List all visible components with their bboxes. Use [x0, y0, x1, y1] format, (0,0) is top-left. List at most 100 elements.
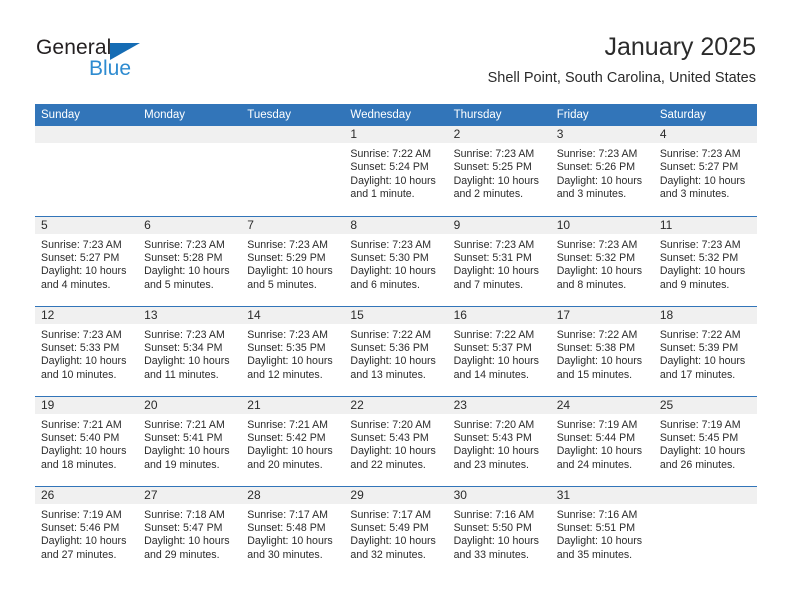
day-number: 27 — [138, 487, 242, 504]
day-number — [653, 487, 757, 504]
day-details: Sunrise: 7:21 AM Sunset: 5:42 PM Daylight:… — [241, 414, 344, 473]
day-number: 1 — [344, 126, 448, 143]
sunset-text: Sunset: 5:50 PM — [453, 521, 532, 534]
calendar-day-cell[interactable]: 17 Sunrise: 7:22 AM Sunset: 5:38 PM Dayligh… — [550, 305, 654, 396]
sunset-text: Sunset: 5:32 PM — [659, 251, 739, 264]
calendar-day-cell[interactable]: 12 Sunrise: 7:23 AM Sunset: 5:33 PM Dayligh… — [35, 305, 139, 396]
calendar-day-cell[interactable]: 2 Sunrise: 7:23 AM Sunset: 5:25 PM Daylight… — [447, 126, 551, 216]
day-details: Sunrise: 7:23 AM Sunset: 5:35 PM Daylight:… — [241, 324, 344, 383]
daylight-text-line2: and 30 minutes. — [247, 548, 323, 561]
calendar-day-cell[interactable]: 9 Sunrise: 7:23 AM Sunset: 5:31 PM Daylight… — [447, 215, 551, 306]
title-block: January 2025 Shell Point, South Carolina… — [488, 32, 756, 87]
sunset-text: Sunset: 5:48 PM — [247, 521, 326, 534]
calendar-day-cell[interactable]: 19 Sunrise: 7:21 AM Sunset: 5:40 PM Dayligh… — [35, 395, 139, 486]
calendar-day-cell[interactable]: 5 Sunrise: 7:23 AM Sunset: 5:27 PM Daylight… — [35, 215, 139, 306]
sunrise-text: Sunrise: 7:23 AM — [556, 238, 638, 251]
calendar-day-cell[interactable]: 27 Sunrise: 7:18 AM Sunset: 5:47 PM Dayligh… — [138, 485, 242, 576]
calendar-day-cell[interactable]: 10 Sunrise: 7:23 AM Sunset: 5:32 PM Dayligh… — [550, 215, 654, 306]
calendar-day-cell[interactable]: 14 Sunrise: 7:23 AM Sunset: 5:35 PM Dayligh… — [241, 305, 345, 396]
weekday-header-monday: Monday — [138, 104, 242, 126]
daylight-text-line2: and 7 minutes. — [453, 278, 524, 291]
daylight-text-line1: Daylight: 10 hours — [556, 535, 643, 548]
day-number: 18 — [653, 307, 757, 324]
day-details: Sunrise: 7:23 AM Sunset: 5:27 PM Daylight:… — [654, 143, 757, 202]
daylight-text-line1: Daylight: 10 hours — [41, 445, 127, 458]
calendar-day-cell[interactable]: 7 Sunrise: 7:23 AM Sunset: 5:29 PM Daylight… — [241, 215, 345, 306]
sunset-text: Sunset: 5:30 PM — [350, 251, 429, 264]
sunrise-text: Sunrise: 7:21 AM — [247, 418, 328, 431]
sunset-text: Sunset: 5:43 PM — [453, 431, 532, 444]
weekday-header-thursday: Thursday — [447, 104, 551, 126]
day-number: 31 — [550, 487, 654, 504]
day-number: 6 — [138, 217, 242, 234]
day-details: Sunrise: 7:23 AM Sunset: 5:32 PM Daylight:… — [551, 234, 654, 293]
day-number: 16 — [447, 307, 551, 324]
calendar-day-cell[interactable]: 23 Sunrise: 7:20 AM Sunset: 5:43 PM Dayligh… — [447, 395, 551, 486]
daylight-text-line2: and 15 minutes. — [556, 368, 633, 381]
calendar-day-cell[interactable]: 8 Sunrise: 7:23 AM Sunset: 5:30 PM Daylight… — [344, 215, 448, 306]
daylight-text-line2: and 17 minutes. — [659, 368, 736, 381]
daylight-text-line1: Daylight: 10 hours — [659, 445, 746, 458]
calendar-day-cell[interactable]: 21 Sunrise: 7:21 AM Sunset: 5:42 PM Dayligh… — [241, 395, 345, 486]
general-blue-logo[interactable]: General Blue — [36, 36, 216, 86]
sunrise-text: Sunrise: 7:23 AM — [41, 328, 122, 341]
daylight-text-line2: and 18 minutes. — [41, 458, 117, 471]
daylight-text-line1: Daylight: 10 hours — [144, 535, 230, 548]
day-details: Sunrise: 7:22 AM Sunset: 5:38 PM Daylight:… — [551, 324, 654, 383]
daylight-text-line2: and 32 minutes. — [350, 548, 426, 561]
day-details: Sunrise: 7:19 AM Sunset: 5:46 PM Daylight:… — [35, 504, 138, 563]
calendar-day-cell[interactable]: 3 Sunrise: 7:23 AM Sunset: 5:26 PM Daylight… — [550, 126, 654, 216]
calendar-day-cell[interactable]: 16 Sunrise: 7:22 AM Sunset: 5:37 PM Dayligh… — [447, 305, 551, 396]
daylight-text-line1: Daylight: 10 hours — [144, 355, 230, 368]
calendar-day-cell[interactable]: 31 Sunrise: 7:16 AM Sunset: 5:51 PM Dayligh… — [550, 485, 654, 576]
day-details: Sunrise: 7:20 AM Sunset: 5:43 PM Daylight:… — [344, 414, 447, 473]
day-details: Sunrise: 7:22 AM Sunset: 5:24 PM Daylight:… — [344, 143, 447, 202]
calendar-day-cell[interactable]: 25 Sunrise: 7:19 AM Sunset: 5:45 PM Dayligh… — [653, 395, 757, 486]
sunrise-text: Sunrise: 7:20 AM — [453, 418, 535, 431]
day-details: Sunrise: 7:16 AM Sunset: 5:51 PM Daylight:… — [551, 504, 654, 563]
sunrise-text: Sunrise: 7:19 AM — [659, 418, 741, 431]
daylight-text-line1: Daylight: 10 hours — [453, 355, 539, 368]
calendar-day-cell[interactable]: 18 Sunrise: 7:22 AM Sunset: 5:39 PM Dayligh… — [653, 305, 757, 396]
day-details: Sunrise: 7:23 AM Sunset: 5:28 PM Daylight:… — [138, 234, 241, 293]
calendar-day-cell[interactable]: 4 Sunrise: 7:23 AM Sunset: 5:27 PM Daylight… — [653, 126, 757, 216]
sunrise-text: Sunrise: 7:23 AM — [144, 328, 225, 341]
daylight-text-line2: and 13 minutes. — [350, 368, 426, 381]
day-number: 12 — [35, 307, 139, 324]
daylight-text-line2: and 33 minutes. — [453, 548, 529, 561]
calendar-day-cell[interactable]: 20 Sunrise: 7:21 AM Sunset: 5:41 PM Dayligh… — [138, 395, 242, 486]
calendar-day-cell[interactable]: 1 Sunrise: 7:22 AM Sunset: 5:24 PM Daylight… — [344, 126, 448, 216]
sunrise-text: Sunrise: 7:16 AM — [453, 508, 535, 521]
calendar-week-row: 1 Sunrise: 7:22 AM Sunset: 5:24 PM Daylight… — [35, 126, 757, 216]
sunset-text: Sunset: 5:34 PM — [144, 341, 223, 354]
calendar-day-cell[interactable]: 6 Sunrise: 7:23 AM Sunset: 5:28 PM Daylight… — [138, 215, 242, 306]
daylight-text-line2: and 4 minutes. — [41, 278, 111, 291]
sunrise-text: Sunrise: 7:20 AM — [350, 418, 432, 431]
weekday-header-sunday: Sunday — [35, 104, 139, 126]
sunrise-text: Sunrise: 7:21 AM — [144, 418, 225, 431]
daylight-text-line1: Daylight: 10 hours — [247, 535, 333, 548]
day-number: 25 — [653, 397, 757, 414]
calendar-day-cell[interactable]: 29 Sunrise: 7:17 AM Sunset: 5:49 PM Dayligh… — [344, 485, 448, 576]
calendar-day-cell[interactable]: 15 Sunrise: 7:22 AM Sunset: 5:36 PM Dayligh… — [344, 305, 448, 396]
calendar-day-cell[interactable]: 13 Sunrise: 7:23 AM Sunset: 5:34 PM Dayligh… — [138, 305, 242, 396]
day-details: Sunrise: 7:23 AM Sunset: 5:31 PM Daylight:… — [448, 234, 551, 293]
daylight-text-line1: Daylight: 10 hours — [350, 174, 436, 187]
daylight-text-line1: Daylight: 10 hours — [556, 174, 643, 187]
daylight-text-line2: and 23 minutes. — [453, 458, 529, 471]
calendar-day-cell[interactable]: 24 Sunrise: 7:19 AM Sunset: 5:44 PM Dayligh… — [550, 395, 654, 486]
calendar-day-cell[interactable]: 30 Sunrise: 7:16 AM Sunset: 5:50 PM Dayligh… — [447, 485, 551, 576]
calendar-day-cell[interactable]: 28 Sunrise: 7:17 AM Sunset: 5:48 PM Dayligh… — [241, 485, 345, 576]
daylight-text-line2: and 35 minutes. — [556, 548, 633, 561]
weekday-header-tuesday: Tuesday — [241, 104, 345, 126]
sunset-text: Sunset: 5:26 PM — [556, 161, 636, 174]
daylight-text-line2: and 1 minute. — [350, 188, 415, 201]
sunset-text: Sunset: 5:36 PM — [350, 341, 429, 354]
daylight-text-line2: and 24 minutes. — [556, 458, 633, 471]
calendar-day-cell[interactable]: 26 Sunrise: 7:19 AM Sunset: 5:46 PM Dayligh… — [35, 485, 139, 576]
sunrise-text: Sunrise: 7:23 AM — [247, 328, 328, 341]
day-number: 30 — [447, 487, 551, 504]
day-number: 13 — [138, 307, 242, 324]
calendar-day-cell[interactable]: 11 Sunrise: 7:23 AM Sunset: 5:32 PM Dayligh… — [653, 215, 757, 306]
calendar-day-cell[interactable]: 22 Sunrise: 7:20 AM Sunset: 5:43 PM Dayligh… — [344, 395, 448, 486]
